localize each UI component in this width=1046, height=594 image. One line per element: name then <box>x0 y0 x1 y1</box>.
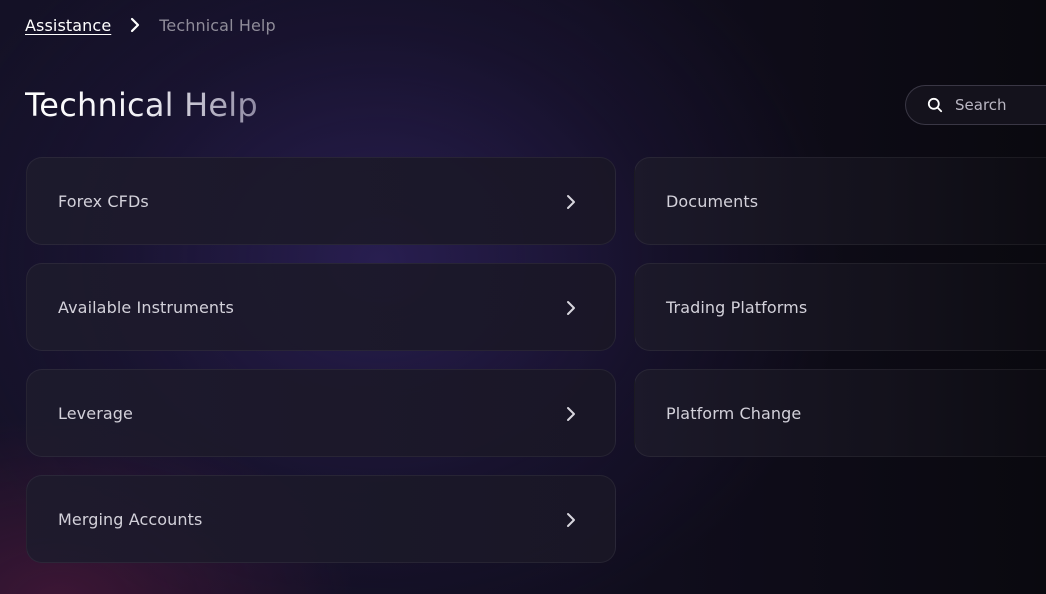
chevron-right-icon <box>566 194 576 210</box>
topic-card-forex-cfds[interactable]: Forex CFDs <box>26 157 616 245</box>
chevron-right-icon <box>566 300 576 316</box>
topic-label: Trading Platforms <box>666 297 808 317</box>
topic-card-leverage[interactable]: Leverage <box>26 369 616 457</box>
breadcrumb: Assistance Technical Help <box>25 13 276 37</box>
search-box[interactable] <box>905 85 1046 125</box>
chevron-right-icon <box>566 406 576 422</box>
search-icon <box>927 97 943 113</box>
topic-card-documents[interactable]: Documents <box>634 157 1046 245</box>
topic-label: Available Instruments <box>58 297 234 317</box>
topic-label: Forex CFDs <box>58 191 149 211</box>
topic-card-merging-accounts[interactable]: Merging Accounts <box>26 475 616 563</box>
search-input[interactable] <box>955 96 1046 114</box>
breadcrumb-link-assistance[interactable]: Assistance <box>25 16 111 35</box>
topic-label: Leverage <box>58 403 133 423</box>
breadcrumb-current: Technical Help <box>159 15 276 35</box>
topic-label: Documents <box>666 191 759 211</box>
chevron-right-icon <box>130 17 140 33</box>
topic-card-platform-change[interactable]: Platform Change <box>634 369 1046 457</box>
topic-label: Platform Change <box>666 403 802 423</box>
topic-label: Merging Accounts <box>58 509 203 529</box>
chevron-right-icon <box>566 512 576 528</box>
page-title: Technical Help <box>25 86 258 124</box>
topic-card-available-instruments[interactable]: Available Instruments <box>26 263 616 351</box>
topic-card-trading-platforms[interactable]: Trading Platforms <box>634 263 1046 351</box>
